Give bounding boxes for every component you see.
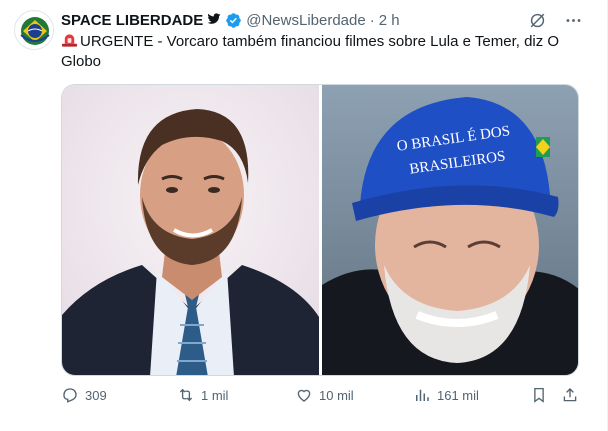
separator-dot: · bbox=[369, 11, 375, 29]
bookmark-icon bbox=[534, 387, 544, 403]
man-in-suit-photo[interactable] bbox=[62, 85, 319, 375]
display-name[interactable]: SPACE LIBERDADE bbox=[61, 12, 203, 29]
verified-badge-icon bbox=[226, 12, 242, 28]
reply-count: 309 bbox=[85, 387, 107, 403]
handle[interactable]: @NewsLiberdade bbox=[246, 12, 365, 29]
tweet-text: URGENTE - Vorcaro também financiou filme… bbox=[61, 32, 587, 72]
like-button[interactable]: 10 mil bbox=[295, 386, 354, 404]
top-right-actions bbox=[527, 10, 583, 30]
views-button[interactable]: 161 mil bbox=[413, 386, 479, 404]
action-bar: 309 1 mil 10 mil 161 mil bbox=[61, 386, 587, 410]
timestamp[interactable]: 2 h bbox=[379, 12, 400, 29]
repost-button[interactable]: 1 mil bbox=[177, 386, 228, 404]
space-liberdade-logo-icon bbox=[16, 12, 53, 49]
media-grid[interactable]: O BRASIL É DOS BRASILEIROS bbox=[61, 84, 579, 376]
siren-icon bbox=[61, 34, 78, 47]
bird-icon bbox=[207, 12, 221, 28]
heart-icon bbox=[297, 389, 311, 402]
more-options-icon[interactable] bbox=[563, 10, 583, 30]
reply-button[interactable]: 309 bbox=[61, 386, 107, 404]
share-button[interactable] bbox=[561, 386, 579, 404]
tweet-header: SPACE LIBERDADE @NewsLiberdade · 2 h bbox=[61, 10, 400, 30]
tweet-body: URGENTE - Vorcaro também financiou filme… bbox=[61, 33, 560, 70]
repost-count: 1 mil bbox=[201, 387, 229, 403]
view-count: 161 mil bbox=[437, 387, 479, 403]
reply-icon bbox=[63, 388, 77, 403]
views-chart-icon bbox=[416, 389, 429, 401]
share-icon bbox=[563, 388, 577, 402]
repost-icon bbox=[179, 388, 193, 402]
avatar[interactable] bbox=[14, 10, 54, 50]
man-in-blue-cap-photo[interactable]: O BRASIL É DOS BRASILEIROS bbox=[322, 85, 578, 375]
like-count: 10 mil bbox=[319, 387, 354, 403]
grok-icon[interactable] bbox=[527, 10, 547, 30]
bookmark-button[interactable] bbox=[530, 386, 548, 404]
tweet[interactable]: SPACE LIBERDADE @NewsLiberdade · 2 h URG… bbox=[0, 0, 608, 431]
